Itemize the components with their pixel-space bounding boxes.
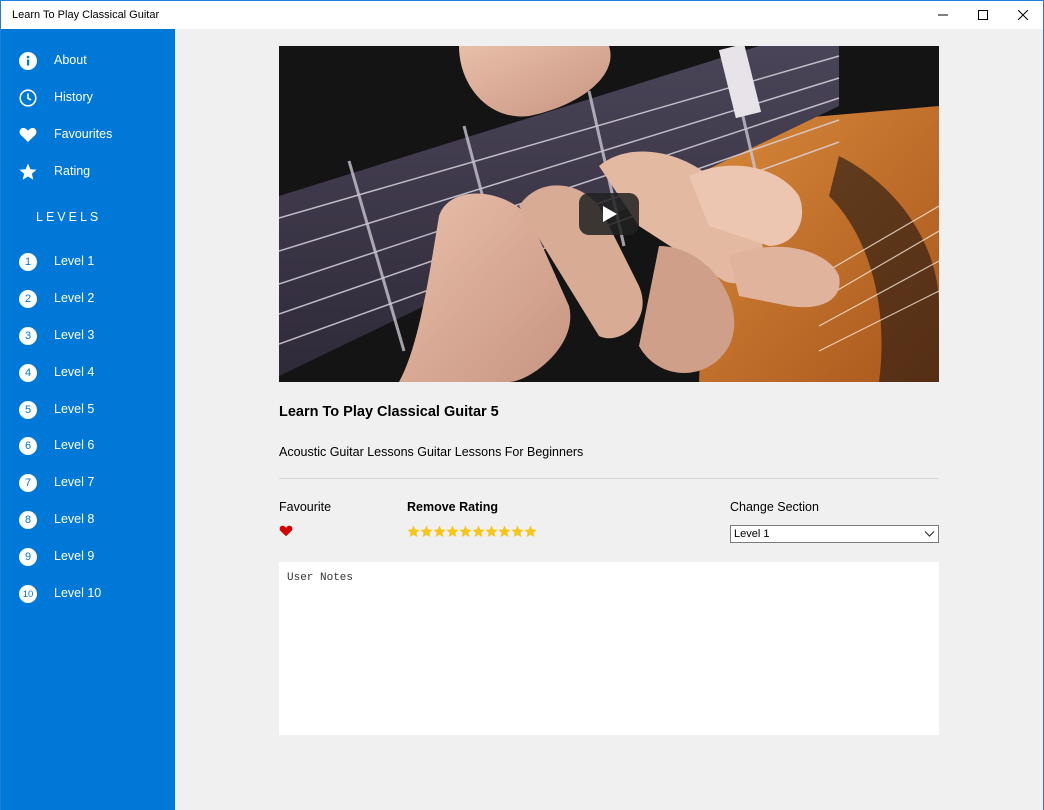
clock-icon [18, 88, 38, 108]
sidebar-item-level-10[interactable]: 10 Level 10 [1, 576, 175, 610]
heart-icon [279, 525, 293, 537]
video-title: Learn To Play Classical Guitar 5 [279, 404, 499, 420]
rating-star-icon[interactable] [511, 525, 524, 538]
play-icon [603, 206, 617, 222]
heart-icon [18, 125, 38, 145]
chevron-down-icon [924, 531, 935, 537]
sidebar-item-label: Level 3 [54, 328, 95, 342]
sidebar: About History Favourites Rating LEVELS 1… [1, 29, 175, 810]
rating-stars [407, 525, 537, 538]
rating-star-icon[interactable] [446, 525, 459, 538]
sidebar-item-label: History [54, 90, 93, 104]
sidebar-item-level-1[interactable]: 1 Level 1 [1, 244, 175, 278]
sidebar-item-label: Level 8 [54, 512, 95, 526]
rating-star-icon[interactable] [433, 525, 446, 538]
play-button[interactable] [579, 193, 639, 235]
sidebar-item-label: Favourites [54, 127, 113, 141]
sidebar-item-label: Level 5 [54, 402, 95, 416]
rating-star-icon[interactable] [407, 525, 420, 538]
number-8-icon: 8 [18, 510, 38, 530]
video-player[interactable] [279, 46, 939, 382]
rating-star-icon[interactable] [459, 525, 472, 538]
rating-star-icon[interactable] [498, 525, 511, 538]
number-4-icon: 4 [18, 363, 38, 383]
sidebar-item-label: About [54, 53, 87, 67]
sidebar-item-label: Rating [54, 164, 91, 178]
video-description: Acoustic Guitar Lessons Guitar Lessons F… [279, 445, 584, 459]
section-select[interactable]: Level 1 [730, 525, 939, 543]
window-title: Learn To Play Classical Guitar [12, 9, 160, 21]
favourite-toggle[interactable] [279, 524, 293, 537]
rating-star-icon[interactable] [472, 525, 485, 538]
sidebar-item-level-7[interactable]: 7 Level 7 [1, 465, 175, 499]
info-icon [18, 51, 38, 71]
sidebar-item-level-3[interactable]: 3 Level 3 [1, 318, 175, 352]
minimize-button[interactable] [921, 1, 965, 29]
sidebar-item-rating[interactable]: Rating [1, 154, 175, 188]
sidebar-item-label: Level 10 [54, 586, 102, 600]
sidebar-item-label: Level 4 [54, 365, 95, 379]
sidebar-item-label: Level 6 [54, 438, 95, 452]
section-select-value: Level 1 [734, 528, 770, 540]
favourite-label: Favourite [279, 500, 332, 514]
sidebar-item-level-2[interactable]: 2 Level 2 [1, 281, 175, 315]
title-bar: Learn To Play Classical Guitar [1, 1, 1043, 29]
maximize-button[interactable] [961, 1, 1005, 29]
close-button[interactable] [1001, 1, 1044, 29]
sidebar-item-level-6[interactable]: 6 Level 6 [1, 428, 175, 462]
change-section-label: Change Section [730, 500, 819, 514]
sidebar-item-label: Level 9 [54, 549, 95, 563]
rating-star-icon[interactable] [524, 525, 537, 538]
number-10-icon: 10 [18, 584, 38, 604]
number-1-icon: 1 [18, 252, 38, 272]
remove-rating-button[interactable]: Remove Rating [407, 500, 498, 514]
number-5-icon: 5 [18, 400, 38, 420]
rating-star-icon[interactable] [420, 525, 433, 538]
number-7-icon: 7 [18, 473, 38, 493]
divider [279, 478, 939, 479]
levels-header: LEVELS [36, 210, 102, 224]
sidebar-item-level-9[interactable]: 9 Level 9 [1, 539, 175, 573]
sidebar-item-label: Level 7 [54, 475, 95, 489]
sidebar-item-favourites[interactable]: Favourites [1, 117, 175, 151]
sidebar-item-level-8[interactable]: 8 Level 8 [1, 502, 175, 536]
close-icon [1018, 10, 1028, 20]
rating-star-icon[interactable] [485, 525, 498, 538]
number-6-icon: 6 [18, 436, 38, 456]
sidebar-item-history[interactable]: History [1, 80, 175, 114]
number-3-icon: 3 [18, 326, 38, 346]
minimize-icon [938, 14, 948, 16]
sidebar-item-level-4[interactable]: 4 Level 4 [1, 355, 175, 389]
maximize-icon [978, 10, 988, 20]
user-notes-input[interactable] [279, 562, 939, 735]
sidebar-item-level-5[interactable]: 5 Level 5 [1, 392, 175, 426]
number-2-icon: 2 [18, 289, 38, 309]
sidebar-item-label: Level 1 [54, 254, 95, 268]
sidebar-item-label: Level 2 [54, 291, 95, 305]
sidebar-item-about[interactable]: About [1, 43, 175, 77]
number-9-icon: 9 [18, 547, 38, 567]
star-icon [18, 162, 38, 182]
app-window: Learn To Play Classical Guitar About His… [0, 0, 1044, 810]
main-content: Learn To Play Classical Guitar 5 Acousti… [175, 29, 1043, 810]
